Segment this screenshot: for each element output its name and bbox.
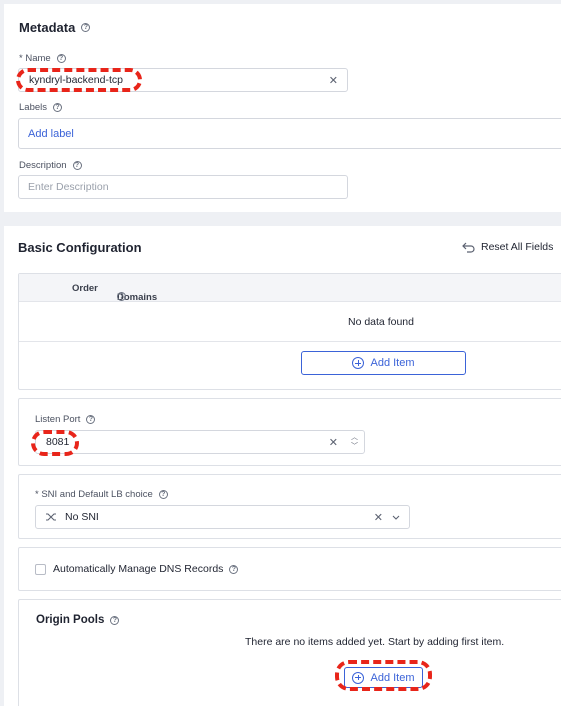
sni-label: * SNI and Default LB choice ? bbox=[35, 489, 168, 500]
table-header: Order Domains ? bbox=[19, 274, 561, 303]
no-data-text: No data found bbox=[348, 316, 414, 328]
divider bbox=[19, 341, 561, 342]
help-icon[interactable]: ? bbox=[56, 54, 66, 63]
column-order: Order bbox=[72, 283, 98, 294]
chevron-up-icon[interactable]: ︿ bbox=[351, 433, 358, 442]
clear-icon[interactable]: ✕ bbox=[374, 511, 383, 524]
labels-label: Labels ? bbox=[19, 102, 62, 113]
basic-configuration-title: Basic Configuration bbox=[18, 240, 142, 255]
help-icon[interactable]: ? bbox=[86, 415, 96, 424]
plus-circle-icon bbox=[352, 357, 365, 369]
name-label: * Name ? bbox=[19, 53, 66, 64]
dns-checkbox-label: Automatically Manage DNS Records ? bbox=[53, 563, 239, 575]
origin-pools-box: Origin Pools ? There are no items added … bbox=[18, 599, 561, 706]
chevron-down-icon[interactable] bbox=[392, 515, 400, 520]
dns-box: Automatically Manage DNS Records ? bbox=[18, 547, 561, 591]
domains-table: Order Domains ? No data found Add Item bbox=[18, 273, 561, 390]
basic-configuration-section: Basic Configuration Reset All Fields Ord… bbox=[4, 226, 561, 706]
metadata-section: Metadata ? * Name ? kyndryl-backend-tcp … bbox=[4, 4, 561, 212]
reset-all-fields-button[interactable]: Reset All Fields bbox=[462, 241, 553, 253]
listen-port-label: Listen Port ? bbox=[35, 414, 96, 425]
stepper[interactable]: ︿ ﹀ bbox=[351, 433, 358, 451]
add-label-link[interactable]: Add label bbox=[28, 128, 74, 140]
labels-input[interactable]: Add label bbox=[18, 118, 561, 149]
chevron-down-icon[interactable]: ﹀ bbox=[351, 442, 358, 451]
help-icon[interactable]: ? bbox=[81, 23, 91, 32]
help-icon[interactable]: ? bbox=[117, 292, 126, 301]
help-icon[interactable]: ? bbox=[158, 490, 168, 499]
dns-checkbox[interactable] bbox=[35, 564, 46, 575]
help-icon[interactable]: ? bbox=[229, 564, 239, 574]
help-icon[interactable]: ? bbox=[110, 615, 120, 625]
sni-box: * SNI and Default LB choice ? No SNI ✕ bbox=[18, 474, 561, 539]
sni-select[interactable]: No SNI ✕ bbox=[35, 505, 410, 529]
undo-arrow-icon bbox=[462, 242, 475, 253]
origin-pools-empty-text: There are no items added yet. Start by a… bbox=[245, 636, 505, 648]
description-input[interactable]: Enter Description bbox=[18, 175, 348, 199]
plus-circle-icon bbox=[352, 671, 365, 684]
listen-port-box: Listen Port ? 8081 ✕ ︿ ﹀ bbox=[18, 398, 561, 466]
origin-pools-title: Origin Pools ? bbox=[36, 614, 120, 626]
description-label: Description ? bbox=[19, 160, 82, 171]
shuffle-icon bbox=[46, 513, 56, 521]
add-domain-button[interactable]: Add Item bbox=[301, 351, 466, 375]
listen-port-value: 8081 bbox=[46, 436, 70, 448]
help-icon[interactable]: ? bbox=[53, 103, 62, 112]
name-value: kyndryl-backend-tcp bbox=[29, 74, 123, 86]
add-origin-pool-button[interactable]: Add Item bbox=[344, 667, 423, 688]
listen-port-input[interactable]: 8081 ✕ ︿ ﹀ bbox=[35, 430, 365, 454]
help-icon[interactable]: ? bbox=[72, 161, 82, 170]
metadata-title: Metadata ? bbox=[19, 20, 91, 35]
name-input[interactable]: kyndryl-backend-tcp ✕ bbox=[18, 68, 348, 92]
clear-icon[interactable]: ✕ bbox=[329, 436, 338, 449]
clear-icon[interactable]: ✕ bbox=[329, 74, 338, 87]
sni-value: No SNI bbox=[65, 511, 99, 523]
